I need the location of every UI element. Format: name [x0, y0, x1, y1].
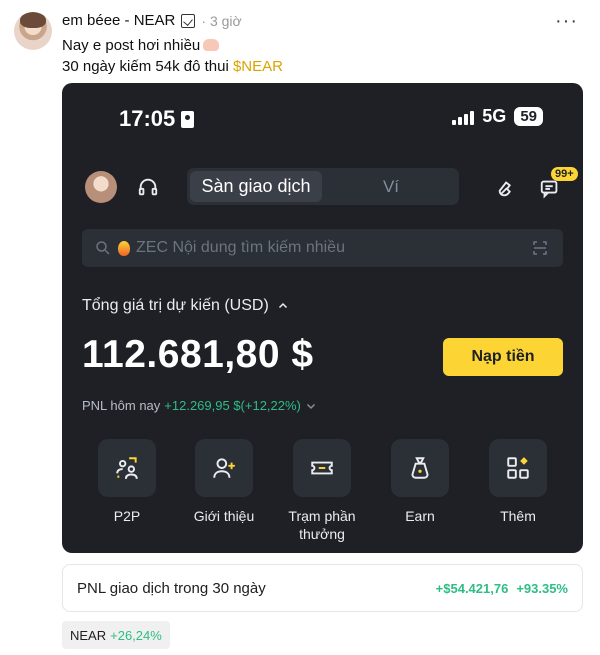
p2p-icon: [116, 457, 138, 479]
tag-name: NEAR: [70, 627, 107, 643]
add-user-icon: [213, 458, 235, 478]
headset-icon[interactable]: [137, 176, 159, 198]
action-label: Earn: [405, 508, 435, 524]
action-referral[interactable]: Giới thiệu: [184, 439, 264, 525]
deposit-button[interactable]: Nạp tiền: [443, 338, 563, 376]
post-time: · 3 giờ: [201, 12, 242, 29]
status-clock: 17:05: [119, 106, 195, 132]
shake-hand-icon[interactable]: [496, 177, 518, 199]
signal-icon: [452, 109, 475, 125]
ticket-icon: [311, 461, 333, 475]
id-card-icon: [181, 110, 195, 128]
network-type: 5G: [482, 106, 507, 126]
battery-icon: 59: [514, 107, 543, 126]
notification-badge: 99+: [551, 167, 578, 181]
total-value-label[interactable]: Tổng giá trị dự kiến (USD): [82, 297, 289, 315]
action-label: Giới thiệu: [193, 508, 255, 524]
pnl-card-label: PNL giao dịch trong 30 ngày: [77, 579, 266, 597]
action-more[interactable]: Thêm: [478, 439, 558, 525]
fire-icon: [118, 240, 130, 256]
moneybag-icon: [411, 457, 429, 479]
attached-screenshot[interactable]: 17:05 5G 59 Sàn giao dịch Ví 99+ ZEC Nội…: [62, 83, 583, 553]
chevron-up-icon: [278, 302, 287, 309]
pnl-today[interactable]: PNL hôm nay +12.269,95 $(+12,22%): [82, 398, 317, 413]
grid-icon: [507, 457, 529, 479]
action-label: Thêm: [500, 508, 536, 524]
more-options-icon[interactable]: ···: [555, 10, 578, 33]
username[interactable]: em béee - NEAR: [62, 12, 175, 29]
action-p2p[interactable]: P2P: [87, 439, 167, 525]
search-input[interactable]: ZEC Nội dung tìm kiếm nhiều: [136, 239, 345, 257]
action-label: Trạm phần thưởng: [288, 508, 356, 542]
balance-amount: 112.681,80 $: [82, 333, 314, 376]
pnl-card-percent: +93.35%: [516, 580, 568, 596]
tag-change: +26,24%: [110, 627, 162, 643]
pnl-today-value: +12.269,95 $(+12,22%): [164, 398, 301, 413]
mode-switch: Sàn giao dịch Ví: [187, 168, 459, 205]
post-text: Nay e post hơi nhiều: [62, 37, 201, 54]
user-avatar[interactable]: [14, 12, 52, 50]
pnl-card-amount: +$54.421,76: [435, 580, 509, 596]
post-header: em béee - NEAR · 3 giờ: [62, 12, 242, 29]
scan-icon[interactable]: [531, 239, 549, 257]
pnl-card[interactable]: PNL giao dịch trong 30 ngày +$54.421,76 …: [62, 564, 583, 612]
ticker-link[interactable]: $NEAR: [233, 58, 283, 75]
status-time: 17:05: [119, 106, 176, 131]
heart-hands-icon: [203, 39, 220, 51]
post-text-2: 30 ngày kiếm 54k đô thui: [62, 58, 233, 75]
tab-wallet[interactable]: Ví: [327, 171, 455, 202]
action-label: P2P: [113, 508, 141, 524]
pnl-card-values: +$54.421,76 +93.35%: [436, 581, 568, 596]
profile-avatar[interactable]: [85, 171, 117, 203]
verified-badge-icon: [181, 13, 196, 28]
search-bar[interactable]: ZEC Nội dung tìm kiếm nhiều: [82, 229, 563, 267]
near-ticker-tag[interactable]: NEAR +26,24%: [62, 621, 170, 649]
post-text-line-2: 30 ngày kiếm 54k đô thui $NEAR: [62, 58, 283, 75]
action-earn[interactable]: Earn: [380, 439, 460, 525]
action-rewards[interactable]: Trạm phần thưởng: [282, 439, 362, 543]
pnl-today-label: PNL hôm nay: [82, 398, 161, 413]
post-text-line-1: Nay e post hơi nhiều: [62, 37, 220, 54]
total-label-text: Tổng giá trị dự kiến (USD): [82, 297, 269, 314]
status-indicators: 5G 59: [452, 106, 543, 127]
chevron-down-icon: [306, 403, 315, 409]
tab-exchange[interactable]: Sàn giao dịch: [190, 171, 322, 202]
search-icon: [96, 241, 110, 255]
